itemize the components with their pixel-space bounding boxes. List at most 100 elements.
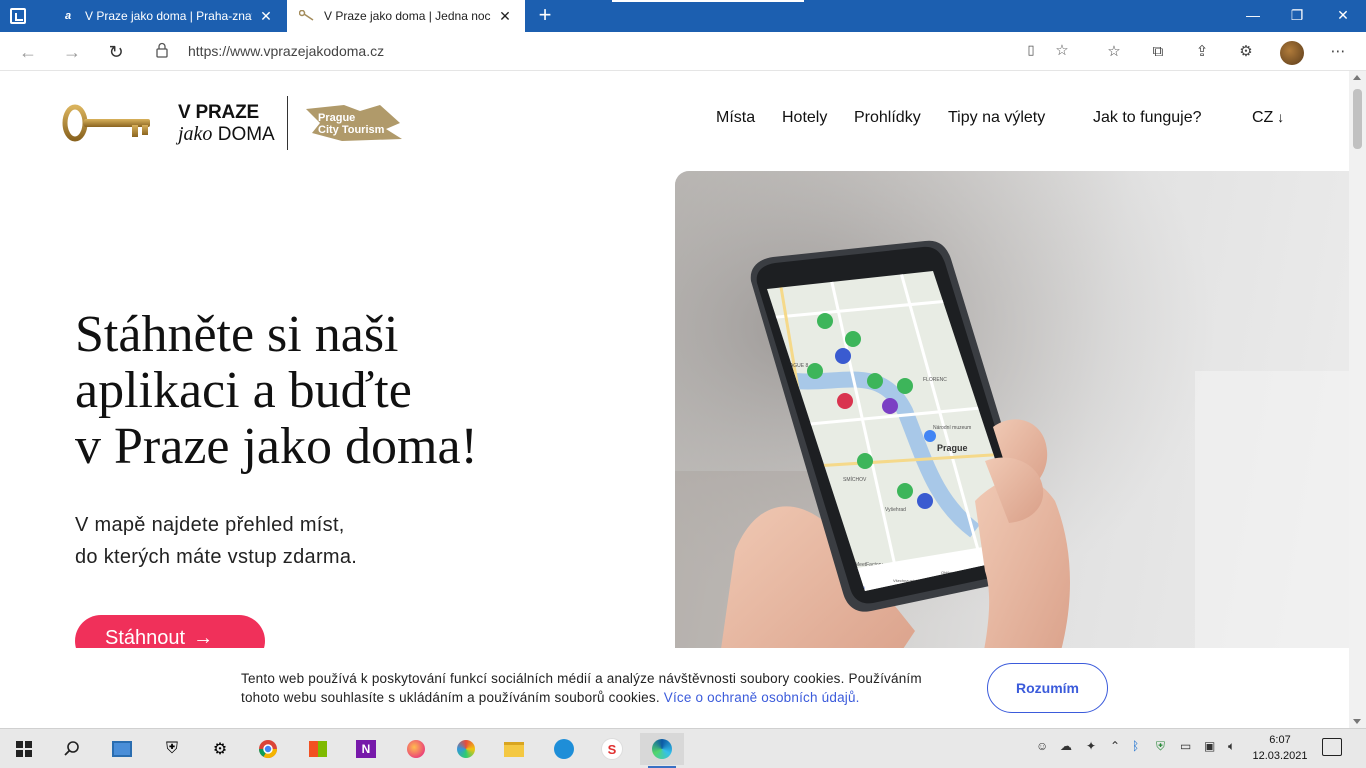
logo-divider <box>286 96 288 150</box>
restore-button[interactable]: ❐ <box>1274 0 1320 32</box>
paint-app-icon[interactable] <box>444 733 488 765</box>
arrow-right-icon: → <box>193 627 214 649</box>
logo-text: V PRAZE jako DOMA <box>178 103 275 144</box>
nav-jak-to-funguje[interactable]: Jak to funguje? <box>1093 109 1202 127</box>
search-icon[interactable] <box>50 733 94 765</box>
tray-app-icon[interactable]: ✦ <box>1086 739 1096 753</box>
tab-bar: a V Praze jako doma | Praha-znate ✕ V Pr… <box>0 0 1366 32</box>
map-label-prague: Prague <box>937 443 968 453</box>
file-explorer-icon[interactable] <box>492 733 536 765</box>
back-button[interactable]: ← <box>14 38 42 66</box>
tab-praha-znate[interactable]: a V Praze jako doma | Praha-znate ✕ <box>48 0 286 32</box>
nav-mista[interactable]: Místa <box>716 109 755 127</box>
cookie-text-line2: tohoto webu souhlasíte s ukládáním a pou… <box>241 688 971 707</box>
tab-title: V Praze jako doma | Jedna noc v <box>324 9 491 23</box>
logo-line2: jako DOMA <box>178 124 275 144</box>
hero-subtitle-line1: V mapě najdete přehled míst, <box>75 514 345 536</box>
accept-cookies-button[interactable]: Rozumím <box>987 663 1108 713</box>
partner-line2: City Tourism <box>318 124 385 136</box>
close-icon[interactable]: ✕ <box>497 8 513 25</box>
security-app-icon[interactable]: ⛨ <box>150 733 194 765</box>
hero-title-line2: aplikaci a buďte <box>75 362 412 419</box>
language-selector[interactable]: CZ <box>1252 109 1284 127</box>
start-button[interactable] <box>2 733 46 765</box>
store-app-icon[interactable] <box>296 733 340 765</box>
hero-title-line1: Stáhněte si naši <box>75 306 399 363</box>
sky-app-icon[interactable] <box>542 733 586 765</box>
tab-jedna-noc[interactable]: V Praze jako doma | Jedna noc v ✕ <box>287 0 525 32</box>
bluetooth-icon[interactable]: ᛒ <box>1132 739 1139 753</box>
people-icon[interactable]: ☺ <box>1036 739 1048 753</box>
share-icon[interactable]: ⇪ <box>1190 41 1214 65</box>
url-text: https://www.vprazejakodoma.cz <box>188 43 385 59</box>
onenote-app-icon[interactable]: N <box>344 733 388 765</box>
s-app-icon[interactable]: S <box>590 733 634 765</box>
scroll-thumb[interactable] <box>1353 89 1362 149</box>
phone-in-hand-illustration: Prague PRAGUE 8 FLORENC SMÍCHOV Vyšehrad… <box>675 171 1349 691</box>
clock-date: 12.03.2021 <box>1252 750 1308 762</box>
drag-area <box>612 0 804 2</box>
cookie-text-line2-body: tohoto webu souhlasíte s ukládáním a pou… <box>241 690 660 705</box>
map-label-narodni-muzeum: Národní muzeum <box>933 425 971 431</box>
defender-icon[interactable]: ⛨ <box>1156 739 1165 754</box>
map-label-smichov: SMÍCHOV <box>843 476 867 483</box>
map-label-vysehrad: Vyšehrad <box>885 507 906 513</box>
logo-jako: jako <box>178 122 213 145</box>
nav-prohlidky[interactable]: Prohlídky <box>854 109 921 127</box>
battery-icon[interactable]: ▭ <box>1180 739 1191 753</box>
extensions-icon[interactable]: ⚙ <box>1234 41 1258 65</box>
hero-title-line3: v Praze jako doma! <box>75 418 478 475</box>
close-window-button[interactable]: ✕ <box>1320 0 1366 32</box>
key-favicon-icon <box>299 8 315 24</box>
profile-avatar[interactable] <box>1280 41 1304 65</box>
tab-actions-icon[interactable] <box>10 8 26 24</box>
taskbar: ⛨ ⚙ N S ☺ ☁ ✦ ⌃ ᛒ ⛨ ▭ ▣ 🔈︎ 6:07 12.03.20… <box>0 728 1366 768</box>
web-page: V PRAZE jako DOMA Prague City Tourism Mí… <box>0 71 1349 728</box>
hero-title: Stáhněte si naši aplikaci a buďte v Praz… <box>75 307 635 475</box>
notification-center-icon[interactable] <box>1322 738 1342 756</box>
add-favorite-icon[interactable]: ☆ <box>1052 41 1072 61</box>
partner-line1: Prague <box>318 112 355 124</box>
lock-icon[interactable] <box>156 42 170 60</box>
windows-icon <box>16 741 32 757</box>
settings-app-icon[interactable]: ⚙ <box>198 733 242 765</box>
minimize-button[interactable]: — <box>1230 0 1276 32</box>
scroll-down-icon[interactable] <box>1353 719 1361 724</box>
prague-city-tourism-logo[interactable]: Prague City Tourism <box>302 101 406 145</box>
refresh-button[interactable]: ↻ <box>102 38 130 66</box>
close-icon[interactable]: ✕ <box>258 8 274 25</box>
cookie-text-line1: Tento web používá k poskytování funkcí s… <box>241 671 922 686</box>
network-icon[interactable]: ▣ <box>1204 739 1215 753</box>
volume-icon[interactable]: 🔈︎ <box>1228 739 1235 754</box>
nav-tipy-na-vylety[interactable]: Tipy na výlety <box>948 109 1045 127</box>
scroll-up-icon[interactable] <box>1353 75 1361 80</box>
more-menu-icon[interactable]: ⋯ <box>1326 41 1350 65</box>
collections-icon[interactable]: ⧉ <box>1146 41 1170 65</box>
privacy-link[interactable]: Více o ochraně osobních údajů. <box>664 690 860 705</box>
cookie-text: Tento web používá k poskytování funkcí s… <box>241 669 971 707</box>
system-clock[interactable]: 6:07 12.03.2021 <box>1252 732 1308 764</box>
chrome-app-icon[interactable] <box>246 733 290 765</box>
hero-subtitle-line2: do kterých máte vstup zdarma. <box>75 546 358 568</box>
download-button-label: Stáhnout <box>105 627 186 649</box>
map-label-florenc: FLORENC <box>923 377 947 383</box>
reader-view-icon[interactable]: ▯ <box>1022 42 1040 60</box>
address-bar: ← → ↻ https://www.vprazejakodoma.cz ▯ ☆ … <box>0 32 1366 71</box>
logo-doma: DOMA <box>217 123 275 145</box>
site-logo[interactable]: V PRAZE jako DOMA Prague City Tourism <box>62 95 406 151</box>
new-tab-button[interactable]: + <box>534 3 556 29</box>
calculator-app-icon[interactable] <box>100 733 144 765</box>
page-scrollbar[interactable] <box>1349 71 1366 728</box>
onedrive-icon[interactable]: ☁ <box>1060 739 1072 753</box>
key-logo-icon <box>62 104 150 142</box>
favorites-icon[interactable]: ☆ <box>1102 41 1126 65</box>
nav-hotely[interactable]: Hotely <box>782 109 827 127</box>
forward-button[interactable]: → <box>58 38 86 66</box>
firefox-app-icon[interactable] <box>394 733 438 765</box>
clock-time: 6:07 <box>1269 734 1291 746</box>
url-field[interactable]: https://www.vprazejakodoma.cz ▯ ☆ <box>144 36 1080 66</box>
show-hidden-icon[interactable]: ⌃ <box>1110 739 1120 753</box>
hero-image: Prague PRAGUE 8 FLORENC SMÍCHOV Vyšehrad… <box>675 171 1349 691</box>
site-favicon-icon: a <box>64 10 72 22</box>
edge-app-icon[interactable] <box>640 733 684 768</box>
